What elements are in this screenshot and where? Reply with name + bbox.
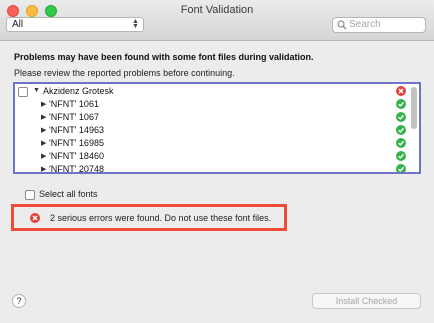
problems-heading: Problems may have been found with some f… bbox=[14, 52, 314, 62]
tree-scrollbar-thumb[interactable] bbox=[411, 87, 417, 129]
review-instruction: Please review the reported problems befo… bbox=[14, 68, 235, 78]
checkmark-icon bbox=[396, 164, 406, 172]
checkmark-icon bbox=[396, 99, 406, 109]
checkmark-icon bbox=[396, 138, 406, 148]
checkmark-icon bbox=[396, 112, 406, 122]
disclosure-closed-icon[interactable]: ▶ bbox=[41, 126, 46, 134]
checkmark-icon bbox=[396, 151, 406, 161]
disclosure-open-icon[interactable]: ▼ bbox=[33, 87, 40, 94]
tree-row[interactable]: ▶ 'NFNT' 1061 bbox=[15, 98, 409, 111]
tree-row[interactable]: ▶ 'NFNT' 16985 bbox=[15, 137, 409, 150]
font-tree[interactable]: ▼ Akzidenz Grotesk ▶ 'NFNT' 1061 ▶ 'NFNT… bbox=[13, 82, 421, 174]
font-resource-label: 'NFNT' 20748 bbox=[49, 164, 104, 174]
tree-row[interactable]: ▶ 'NFNT' 14963 bbox=[15, 124, 409, 137]
select-all-checkbox[interactable] bbox=[25, 190, 35, 200]
window-title: Font Validation bbox=[180, 4, 254, 16]
disclosure-closed-icon[interactable]: ▶ bbox=[41, 139, 46, 147]
search-field[interactable]: Search bbox=[332, 17, 426, 33]
tree-row[interactable]: ▶ 'NFNT' 18460 bbox=[15, 150, 409, 163]
help-button[interactable]: ? bbox=[12, 294, 26, 308]
font-resource-label: 'NFNT' 1067 bbox=[49, 112, 99, 122]
font-filter-value: All bbox=[12, 19, 24, 30]
font-checkbox[interactable] bbox=[18, 87, 28, 97]
error-message: 2 serious errors were found. Do not use … bbox=[50, 213, 272, 223]
font-resource-label: 'NFNT' 18460 bbox=[49, 151, 104, 161]
font-resource-label: 'NFNT' 14963 bbox=[49, 125, 104, 135]
font-validation-window: Font Validation All ▲ ▼ Search Problems m… bbox=[0, 0, 434, 323]
tree-row-root[interactable]: ▼ Akzidenz Grotesk bbox=[15, 85, 409, 98]
tree-row[interactable]: ▶ 'NFNT' 20748 bbox=[15, 163, 409, 174]
font-filter-select[interactable]: All ▲ ▼ bbox=[6, 17, 144, 32]
disclosure-closed-icon[interactable]: ▶ bbox=[41, 152, 46, 160]
error-summary: 2 serious errors were found. Do not use … bbox=[11, 204, 287, 231]
title-bar: Font Validation All ▲ ▼ Search bbox=[0, 0, 434, 41]
font-resource-label: 'NFNT' 16985 bbox=[49, 138, 104, 148]
chevron-up-down-icon: ▲ ▼ bbox=[132, 18, 139, 30]
tree-row[interactable]: ▶ 'NFNT' 1067 bbox=[15, 111, 409, 124]
disclosure-closed-icon[interactable]: ▶ bbox=[41, 113, 46, 121]
font-family-label: Akzidenz Grotesk bbox=[43, 86, 114, 96]
search-icon bbox=[337, 20, 347, 30]
error-icon bbox=[396, 86, 406, 96]
error-icon bbox=[30, 213, 40, 223]
checkmark-icon bbox=[396, 125, 406, 135]
install-checked-button[interactable]: Install Checked bbox=[312, 293, 421, 309]
disclosure-closed-icon[interactable]: ▶ bbox=[41, 165, 46, 172]
search-placeholder: Search bbox=[349, 19, 381, 30]
font-resource-label: 'NFNT' 1061 bbox=[49, 99, 99, 109]
disclosure-closed-icon[interactable]: ▶ bbox=[41, 100, 46, 108]
select-all-label: Select all fonts bbox=[39, 189, 98, 199]
